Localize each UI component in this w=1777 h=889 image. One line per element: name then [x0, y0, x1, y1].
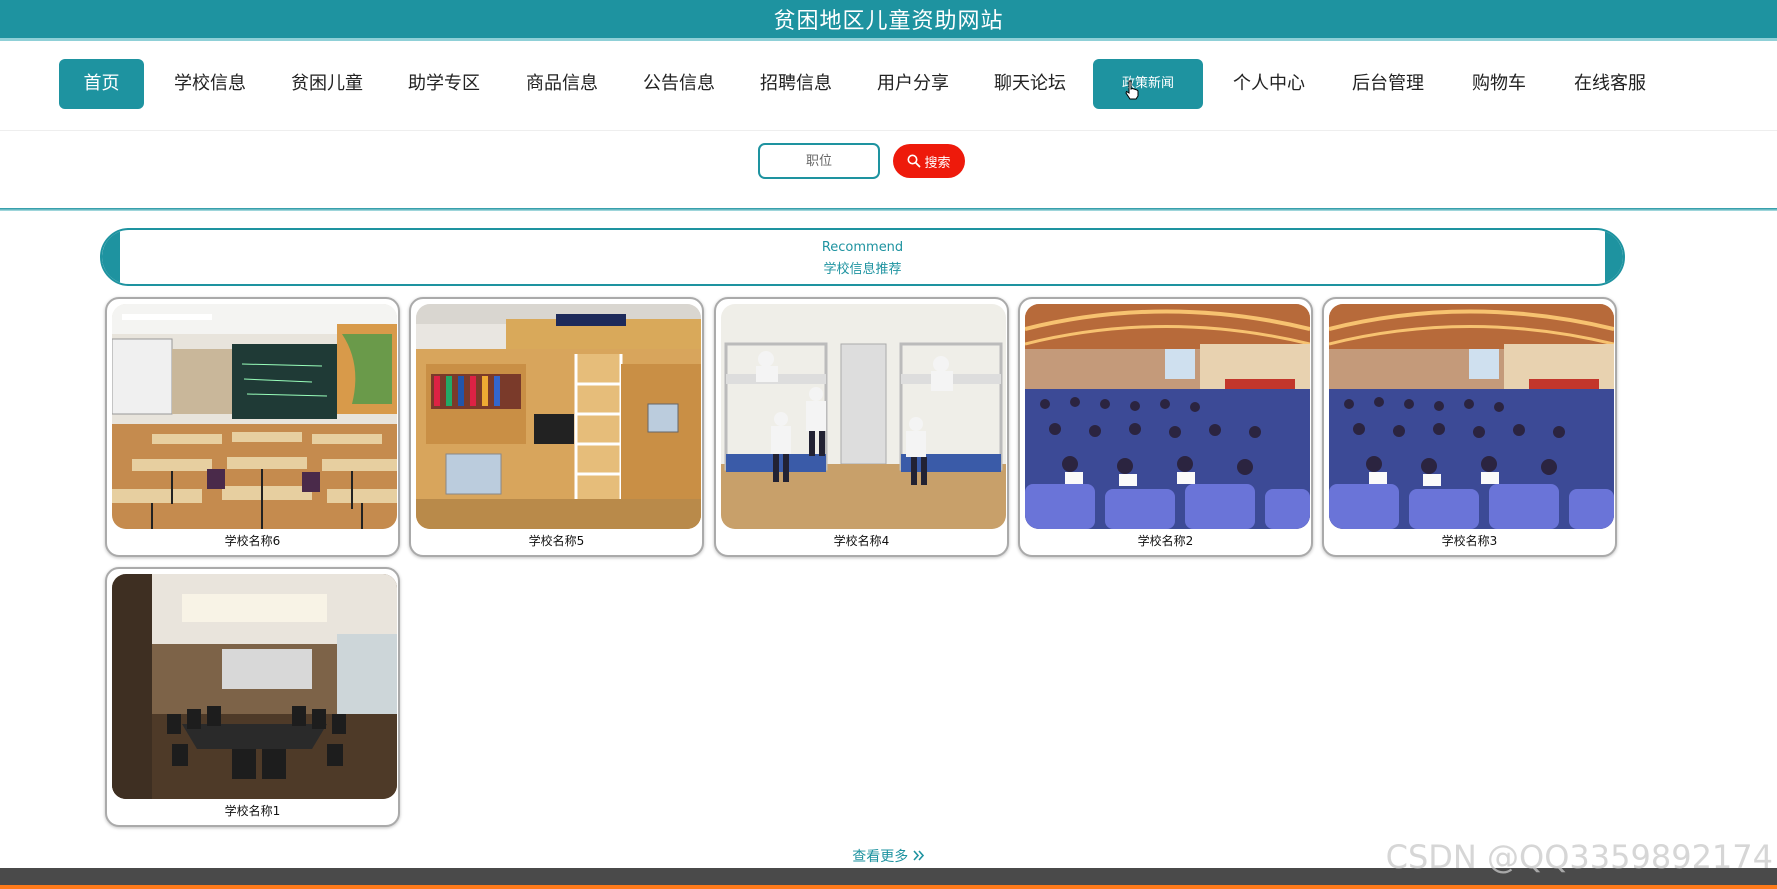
- school-name: 学校名称1: [224, 804, 281, 818]
- school-card[interactable]: 学校名称1: [105, 567, 400, 827]
- nav-item-poor-children[interactable]: 贫困儿童: [285, 59, 369, 109]
- school-photo-meeting-room[interactable]: [112, 574, 397, 799]
- search-icon: [907, 154, 921, 168]
- school-name: 学校名称3: [1441, 534, 1498, 548]
- school-photo-auditorium[interactable]: [1025, 304, 1310, 529]
- header-cap-right: [1605, 230, 1623, 284]
- nav-item-forum[interactable]: 聊天论坛: [988, 59, 1072, 109]
- nav-item-goods-info[interactable]: 商品信息: [520, 59, 604, 109]
- nav-item-cart[interactable]: 购物车: [1466, 59, 1532, 109]
- school-card[interactable]: 学校名称6: [105, 297, 400, 557]
- nav-item-online-service[interactable]: 在线客服: [1568, 59, 1652, 109]
- school-name: 学校名称4: [833, 534, 890, 548]
- nav-item-study-aid[interactable]: 助学专区: [402, 59, 486, 109]
- top-header-bar: 贫困地区儿童资助网站: [0, 0, 1777, 41]
- recommend-subtitle: Recommend: [821, 240, 904, 255]
- nav-item-user-share[interactable]: 用户分享: [871, 59, 955, 109]
- recommend-title: 学校信息推荐: [823, 262, 902, 277]
- header-cap-left: [102, 230, 120, 284]
- double-chevron-right-icon: [913, 850, 924, 861]
- nav-item-recruitment[interactable]: 招聘信息: [754, 59, 838, 109]
- school-card[interactable]: 学校名称3: [1322, 297, 1617, 557]
- school-photo-dorm-bunks[interactable]: [721, 304, 1006, 529]
- nav-item-home[interactable]: 首页: [59, 59, 144, 109]
- school-card[interactable]: 学校名称2: [1018, 297, 1313, 557]
- school-name: 学校名称2: [1137, 534, 1194, 548]
- watermark: CSDN @QQ3359892174: [1385, 838, 1773, 876]
- search-button[interactable]: 搜索: [893, 144, 965, 178]
- site-title: 贫困地区儿童资助网站: [773, 9, 1004, 34]
- section-divider: [0, 208, 1777, 211]
- nav-item-school-info[interactable]: 学校信息: [168, 59, 252, 109]
- nav-item-admin[interactable]: 后台管理: [1346, 59, 1430, 109]
- school-name: 学校名称5: [528, 534, 585, 548]
- nav-item-personal-center[interactable]: 个人中心: [1227, 59, 1311, 109]
- school-name: 学校名称6: [224, 534, 281, 548]
- nav-item-announcements[interactable]: 公告信息: [637, 59, 721, 109]
- search-button-label: 搜索: [924, 155, 951, 171]
- hand-cursor-icon: [1125, 80, 1139, 100]
- school-photo-auditorium[interactable]: [1329, 304, 1614, 529]
- search-input[interactable]: [758, 143, 880, 179]
- main-nav: 首页 学校信息 贫困儿童 助学专区 商品信息 公告信息 招聘信息 用户分享 聊天…: [0, 41, 1777, 131]
- nav-item-policy-news[interactable]: 政策新闻: [1093, 59, 1203, 109]
- school-photo-dorm-desk[interactable]: [416, 304, 701, 529]
- school-card[interactable]: 学校名称4: [714, 297, 1009, 557]
- school-photo-classroom[interactable]: [112, 304, 397, 529]
- recommend-header: Recommend 学校信息推荐: [100, 228, 1625, 286]
- school-card[interactable]: 学校名称5: [409, 297, 704, 557]
- view-more-label: 查看更多: [852, 849, 909, 865]
- search-bar: 搜索: [0, 130, 1777, 208]
